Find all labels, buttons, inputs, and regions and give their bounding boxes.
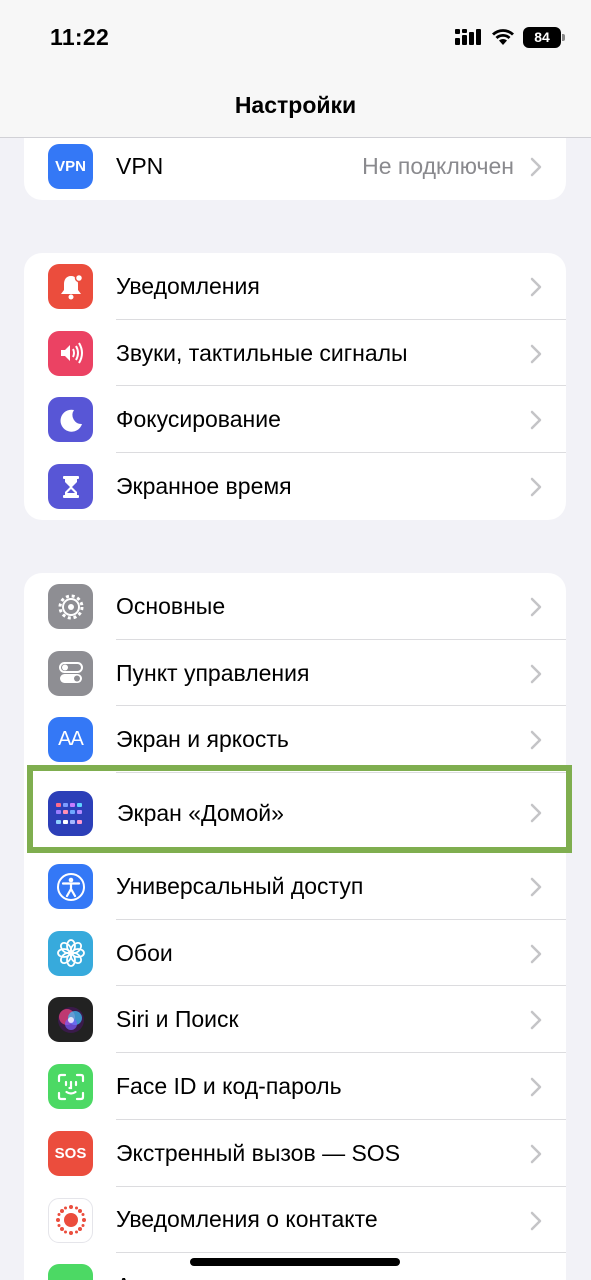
chevron-right-icon — [530, 477, 542, 497]
row-value: Не подключен — [362, 152, 514, 179]
chevron-right-icon — [530, 877, 542, 897]
row-label: Обои — [116, 939, 173, 966]
row-label: Звуки, тактильные сигналы — [116, 339, 408, 366]
chevron-right-icon — [530, 344, 542, 363]
chevron-right-icon — [530, 411, 542, 430]
row-label: Основные — [116, 592, 226, 619]
chevron-right-icon — [530, 803, 542, 823]
chevron-right-icon — [530, 157, 542, 177]
bell-icon — [48, 264, 93, 309]
settings-row-sounds[interactable]: Звуки, тактильные сигналы — [24, 320, 566, 387]
speaker-icon — [48, 330, 93, 376]
settings-row-exposure-notifications[interactable]: Уведомления о контакте — [24, 1187, 566, 1254]
settings-row-display[interactable]: AA Экран и яркость — [24, 706, 566, 774]
row-label: Экран и яркость — [116, 726, 289, 753]
cellular-signal-icon — [455, 29, 481, 45]
settings-row-face-id[interactable]: Face ID и код-пароль — [24, 1053, 566, 1120]
settings-row-focus[interactable]: Фокусирование — [24, 386, 566, 454]
battery-indicator: 84 — [523, 26, 565, 48]
home-indicator[interactable] — [190, 1258, 400, 1266]
chevron-right-icon — [530, 664, 542, 683]
sos-icon: SOS — [48, 1130, 93, 1176]
chevron-right-icon — [530, 1211, 542, 1230]
row-label: Экран «Домой» — [117, 799, 284, 826]
settings-row-siri[interactable]: Siri и Поиск — [24, 986, 566, 1054]
row-label: Экранное время — [116, 472, 292, 499]
settings-row-emergency-sos[interactable]: SOS Экстренный вызов — SOS — [24, 1120, 566, 1187]
settings-row-home-screen[interactable]: Экран «Домой» — [24, 773, 566, 853]
hourglass-icon — [48, 464, 93, 510]
settings-row-wallpaper[interactable]: Обои — [24, 920, 566, 987]
toggles-icon — [48, 650, 93, 696]
settings-row-accessibility[interactable]: Универсальный доступ — [24, 853, 566, 920]
flower-icon — [48, 930, 93, 976]
chevron-right-icon — [530, 1144, 542, 1164]
gear-icon — [48, 584, 93, 629]
row-label: Уведомления — [116, 272, 260, 299]
home-screen-icon — [48, 791, 93, 837]
chevron-right-icon — [530, 1077, 542, 1097]
row-label: А — [116, 1273, 131, 1280]
status-icons: 84 — [455, 26, 565, 48]
moon-icon — [48, 397, 93, 443]
row-label: Face ID и код-пароль — [116, 1072, 342, 1099]
chevron-right-icon — [530, 944, 542, 963]
status-bar: 11:22 84 — [0, 0, 591, 76]
exposure-icon — [48, 1197, 93, 1243]
navigation-bar: Настройки — [0, 76, 591, 138]
page-title: Настройки — [234, 92, 357, 118]
settings-row-notifications[interactable]: Уведомления — [24, 253, 566, 320]
chevron-right-icon — [530, 277, 542, 297]
row-label: Уведомления о контакте — [116, 1206, 378, 1233]
row-label: Экстренный вызов — SOS — [116, 1139, 401, 1166]
chevron-right-icon — [530, 731, 542, 750]
siri-icon — [48, 997, 93, 1043]
row-label: Фокусирование — [116, 406, 281, 433]
settings-row-screen-time[interactable]: Экранное время — [24, 453, 566, 520]
chevron-right-icon — [530, 1011, 542, 1030]
row-label: VPN — [116, 152, 164, 179]
row-label: Siri и Поиск — [116, 1006, 239, 1033]
chevron-right-icon — [530, 597, 542, 617]
row-label: Пункт управления — [116, 659, 310, 686]
accessibility-icon — [48, 864, 93, 910]
wifi-icon — [492, 29, 514, 45]
general-group: Основные Пункт управления AA Экран и ярк… — [24, 573, 566, 1280]
text-size-icon: AA — [48, 717, 93, 763]
settings-row-vpn[interactable]: VPN VPN Не подключен — [24, 133, 566, 200]
face-id-icon — [48, 1064, 93, 1110]
battery-icon — [48, 1264, 93, 1280]
notifications-group: Уведомления Звуки, тактильные сигналы Фо… — [24, 253, 566, 520]
vpn-icon: VPN — [48, 144, 93, 189]
settings-row-general[interactable]: Основные — [24, 573, 566, 640]
status-time: 11:22 — [50, 24, 110, 50]
settings-row-control-center[interactable]: Пункт управления — [24, 640, 566, 707]
row-label: Универсальный доступ — [116, 872, 364, 899]
